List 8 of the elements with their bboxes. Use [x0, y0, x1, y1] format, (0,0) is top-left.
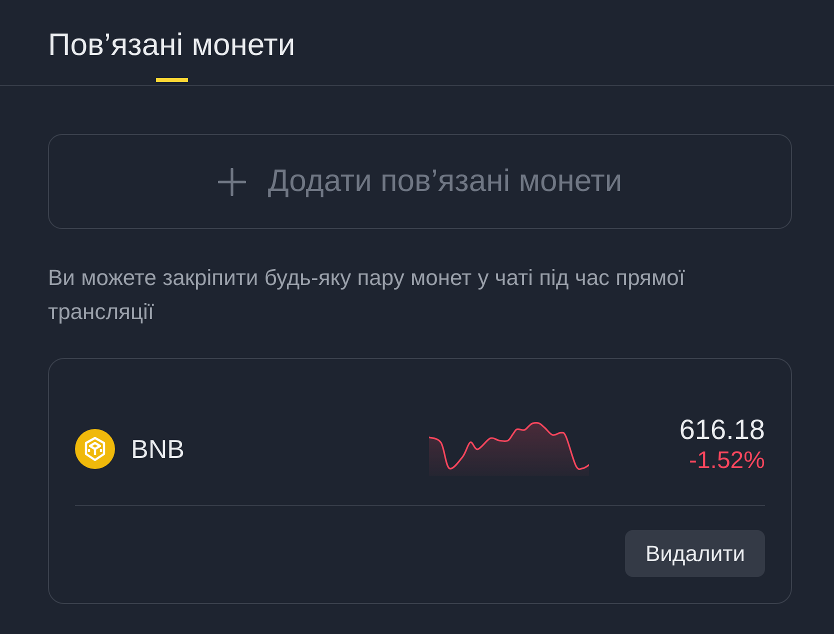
plus-icon — [218, 168, 246, 196]
price-change: -1.52% — [688, 446, 765, 476]
coin-price: 616.18 — [679, 414, 765, 446]
hint-text: Ви можете закріпити будь-яку пару монет у чаті під час прямої трансляції — [48, 264, 686, 326]
coin-symbol: BNB — [131, 432, 184, 466]
coin-logo-icon — [75, 429, 115, 469]
tab[interactable]: Пов’язані монети — [48, 0, 296, 85]
remove-button[interactable]: Видалити — [625, 530, 765, 577]
